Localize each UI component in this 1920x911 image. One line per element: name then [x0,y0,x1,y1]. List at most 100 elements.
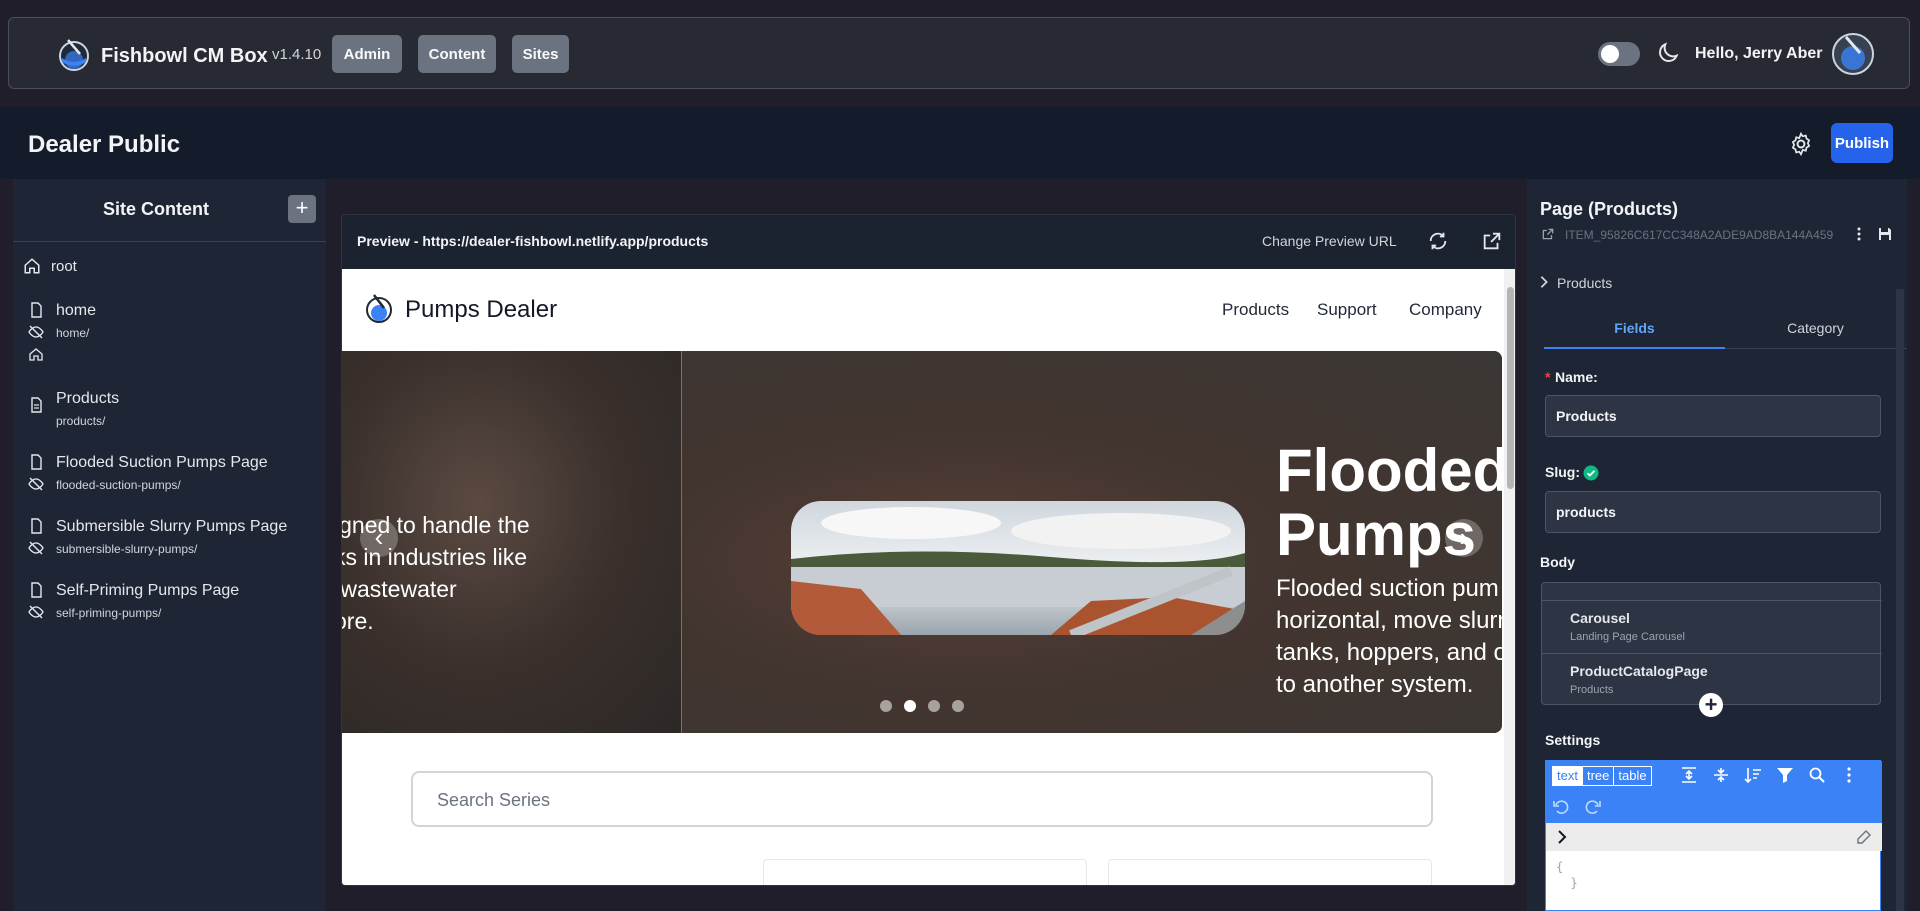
site-nav-support[interactable]: Support [1317,300,1377,320]
json-code[interactable]: { } [1556,859,1578,891]
page-icon [31,454,42,470]
carousel-prev-button[interactable]: ‹ [360,519,398,557]
carousel-next-button[interactable]: › [1445,519,1483,557]
hidden-eye-icon [28,325,44,339]
series-search-input[interactable]: Search Series [411,771,1433,827]
app-brand[interactable]: Fishbowl CM Box [101,45,268,68]
sidebar-item-flooded-suction[interactable]: Flooded Suction Pumps Page flooded-sucti… [13,454,326,494]
panel-title: Page (Products) [1540,199,1679,219]
json-mode-tree[interactable]: tree [1583,767,1615,785]
product-card[interactable] [1108,859,1432,885]
gear-icon[interactable] [1788,131,1814,157]
sort-icon[interactable] [1744,766,1762,784]
body-item-carousel[interactable]: Carousel Landing Page Carousel [1542,600,1882,652]
sidebar-item-slug: flooded-suction-pumps/ [56,478,181,492]
page-icon [31,582,42,598]
carousel-dot-active[interactable] [904,700,916,712]
user-greeting: Hello, Jerry Aber [1695,45,1823,62]
edit-icon[interactable] [1856,829,1872,845]
theme-toggle[interactable] [1598,42,1640,66]
home-icon [29,348,43,361]
search-icon[interactable] [1808,766,1826,784]
sidebar-divider [13,241,326,242]
refresh-icon[interactable] [1427,230,1449,252]
more-vertical-icon[interactable] [1851,226,1867,242]
panel-breadcrumb[interactable]: Products [1557,275,1612,291]
carousel-dot[interactable] [880,700,892,712]
sidebar-item-slug: self-priming-pumps/ [56,606,162,620]
add-content-button[interactable]: + [288,195,316,223]
json-navigation-bar [1546,823,1882,851]
app-version: v1.4.10 [272,46,322,63]
settings-field-label: Settings [1545,732,1601,748]
add-body-item-button[interactable]: + [1699,693,1723,717]
site-nav-products[interactable]: Products [1222,300,1289,320]
publish-button[interactable]: Publish [1831,123,1893,163]
more-vertical-icon[interactable] [1840,766,1858,784]
compact-json-icon[interactable] [1712,766,1730,784]
json-mode-switch: text tree table [1552,766,1652,786]
change-preview-url-link[interactable]: Change Preview URL [1262,233,1397,249]
chevron-right-icon[interactable] [1537,275,1551,289]
site-content-sidebar: Site Content + root home home/ Products … [13,179,326,911]
external-link-icon[interactable] [1481,230,1503,252]
slug-field[interactable]: products [1545,491,1881,533]
sidebar-item-slug: home/ [56,326,90,340]
json-mode-table[interactable]: table [1614,767,1650,785]
sidebar-item-home[interactable]: home home/ [13,302,326,362]
app-root: Fishbowl CM Box v1.4.10 Admin Content Si… [0,0,1920,911]
sidebar-item-label: Submersible Slurry Pumps Page [56,518,288,535]
sidebar-root-label: root [51,258,77,275]
site-brand[interactable]: Pumps Dealer [405,296,557,324]
body-component-list: Carousel Landing Page Carousel ProductCa… [1541,582,1882,705]
top-navbar: Fishbowl CM Box v1.4.10 Admin Content Si… [8,17,1910,89]
hero-carousel: igned to handle the ks in industries lik… [342,351,1502,733]
sidebar-item-products[interactable]: Products products/ [13,390,326,430]
check-circle-icon [1583,465,1599,481]
preview-site-frame: Pumps Dealer Products Support Company ig… [342,269,1515,885]
sidebar-item-self-priming[interactable]: Self-Priming Pumps Page self-priming-pum… [13,582,326,622]
save-icon[interactable] [1877,226,1893,242]
carousel-dot[interactable] [928,700,940,712]
format-json-icon[interactable] [1680,766,1698,784]
user-avatar[interactable] [1832,33,1874,75]
hero-paragraph: Flooded suction pum horizontal, move slu… [1276,575,1502,698]
nav-content-button[interactable]: Content [418,35,496,73]
fishbowl-logo-icon[interactable] [56,36,92,72]
sidebar-item-slug: submersible-slurry-pumps/ [56,542,198,556]
moon-icon [1659,42,1679,62]
redo-icon[interactable] [1584,798,1602,816]
panel-scrollbar[interactable] [1896,289,1904,911]
filter-icon[interactable] [1776,766,1794,784]
site-nav-company[interactable]: Company [1409,300,1482,320]
sidebar-item-label: Self-Priming Pumps Page [56,582,240,599]
nav-admin-button[interactable]: Admin [332,35,402,73]
preview-pane: Preview - https://dealer-fishbowl.netlif… [341,214,1516,886]
page-icon [31,518,42,534]
document-icon [31,397,42,413]
sidebar-item-label: Products [56,390,120,407]
carousel-dot[interactable] [952,700,964,712]
sidebar-item-root[interactable]: root [13,247,326,283]
pumps-dealer-logo-icon [366,294,392,323]
slug-field-label: Slug: [1545,464,1580,480]
undo-icon[interactable] [1552,798,1570,816]
tab-fields[interactable]: Fields [1544,307,1725,349]
item-id: ITEM_95826C617CC348A2ADE9AD8BA144A459 [1565,228,1834,242]
hidden-eye-icon [28,477,44,491]
body-item-subtitle: Products [1570,684,1614,696]
json-mode-text[interactable]: text [1553,767,1583,785]
name-field[interactable]: Products [1545,395,1881,437]
product-card[interactable] [763,859,1087,885]
preview-toolbar: Preview - https://dealer-fishbowl.netlif… [342,215,1515,269]
preview-scrollbar[interactable] [1504,269,1515,885]
tab-category[interactable]: Category [1725,307,1906,349]
hidden-eye-icon [28,605,44,619]
panel-tabs: Fields Category [1544,307,1907,349]
chevron-right-icon[interactable] [1554,829,1570,845]
sidebar-item-submersible-slurry[interactable]: Submersible Slurry Pumps Page submersibl… [13,518,326,558]
nav-sites-button[interactable]: Sites [512,35,569,73]
external-link-icon[interactable] [1541,227,1555,241]
hidden-eye-icon [28,541,44,555]
page-icon [31,302,42,318]
